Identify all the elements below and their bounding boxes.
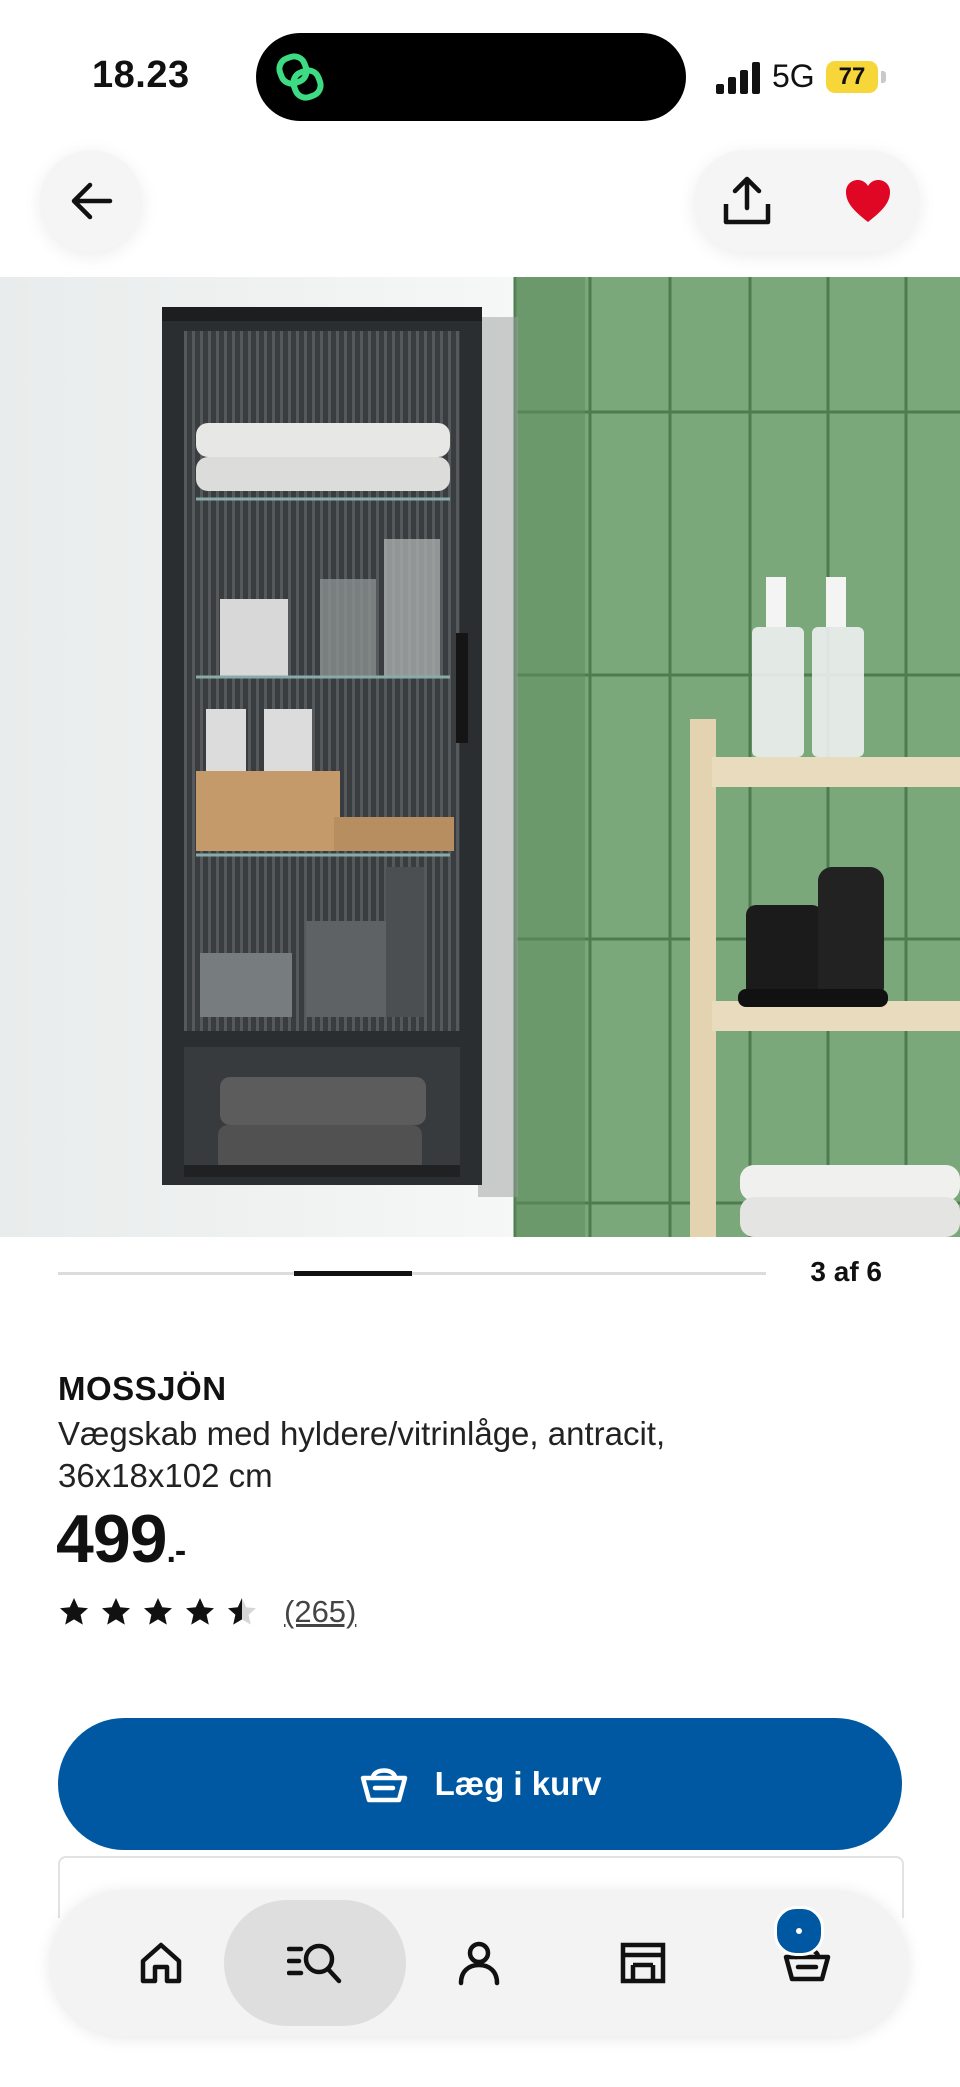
nav-stores[interactable] — [552, 1900, 734, 2026]
gallery-progress-fill — [294, 1271, 412, 1276]
profile-icon — [458, 1941, 500, 1986]
price-amount: 499 — [56, 1501, 167, 1577]
product-price: 499.- — [56, 1500, 186, 1578]
basket-badge — [774, 1906, 824, 1956]
product-image[interactable] — [0, 277, 960, 1237]
review-count-link[interactable]: (265) — [284, 1594, 356, 1630]
share-icon[interactable] — [720, 174, 774, 228]
product-description: Vægskab med hyldere/vitrinlåge, antracit… — [58, 1415, 666, 1494]
status-time: 18.23 — [92, 54, 190, 96]
star-half-icon — [228, 1598, 256, 1625]
search-icon — [287, 1943, 342, 1984]
link-app-icon — [276, 53, 324, 101]
battery-tip — [881, 71, 886, 83]
price-suffix: .- — [166, 1532, 186, 1570]
network-type: 5G — [772, 58, 815, 94]
star-full-icon — [102, 1598, 130, 1625]
basket-icon — [360, 1768, 407, 1803]
heart-icon[interactable] — [844, 178, 892, 224]
add-to-cart-label: Læg i kurv — [434, 1765, 602, 1802]
nav-profile[interactable] — [388, 1900, 570, 2026]
actions-pill — [694, 150, 920, 252]
nav-search[interactable] — [224, 1900, 406, 2026]
star-full-icon — [186, 1598, 214, 1625]
add-to-cart-button[interactable]: Læg i kurv — [58, 1718, 902, 1850]
star-full-icon — [60, 1598, 88, 1625]
product-photo — [0, 277, 960, 1237]
store-icon — [620, 1942, 666, 1984]
status-bar: 18.23 5G 77 — [0, 0, 960, 150]
signal-icon — [716, 62, 760, 94]
badge-dot — [796, 1928, 802, 1934]
back-button[interactable] — [40, 150, 142, 252]
product-name: MOSSJÖN — [58, 1370, 227, 1407]
arrow-left-icon — [71, 182, 113, 220]
dynamic-island — [256, 33, 686, 121]
gallery-counter: 3 af 6 — [810, 1256, 882, 1287]
star-full-icon — [144, 1598, 172, 1625]
home-icon — [140, 1942, 182, 1984]
product-rating[interactable]: (265) — [58, 1594, 356, 1630]
battery-indicator: 77 — [826, 61, 878, 93]
gallery-progress-track — [58, 1271, 766, 1276]
